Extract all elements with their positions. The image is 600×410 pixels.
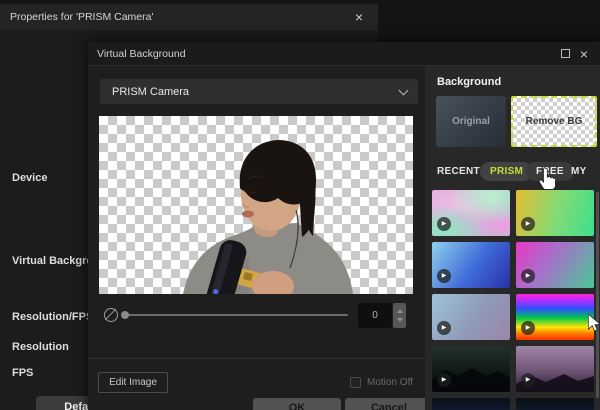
remove-bg-option-button[interactable]: Remove BG [511,96,597,147]
arrow-cursor-icon [588,314,600,332]
blur-icon [104,308,118,322]
divider [88,358,425,359]
play-icon[interactable]: ▶ [521,217,535,231]
play-icon[interactable]: ▶ [521,321,535,335]
background-thumbnail-ocean-night-1[interactable] [432,398,510,410]
camera-source-value: PRISM Camera [112,85,190,98]
original-option-label: Original [452,116,490,127]
close-icon[interactable]: × [348,4,370,30]
blur-slider[interactable] [121,311,348,319]
close-icon[interactable]: × [574,42,594,66]
background-thumbnail-holographic[interactable]: ▶ [432,190,510,236]
background-thumbnail-blue[interactable]: ▶ [432,242,510,288]
edit-image-button[interactable]: Edit Image [98,372,168,393]
screenshot-root: Properties for 'PRISM Camera' × Device V… [0,0,600,410]
cancel-button[interactable]: Cancel [345,398,433,410]
person-remove-bg-image [183,140,353,294]
background-panel-header: Background [437,76,502,88]
blur-slider-row: 0 [88,300,425,332]
background-thumbnail-ocean-night-2[interactable] [516,398,594,410]
blur-slider-handle[interactable] [121,311,129,319]
play-icon[interactable]: ▶ [437,373,451,387]
background-tabs: RECENT PRISM FREE MY [425,162,600,182]
background-thumbnail-rainbow[interactable]: ▶ [516,294,594,340]
play-icon[interactable]: ▶ [437,321,451,335]
background-panel: Background Original Remove BG RECENT PRI… [425,66,600,410]
sidebar-label-device: Device [12,172,48,184]
background-thumbnail-starry-sky[interactable]: ▶ [516,346,594,392]
ok-button[interactable]: OK [253,398,341,410]
background-thumbnail-muted-pastel[interactable]: ▶ [432,294,510,340]
background-thumbnail-yellow-green[interactable]: ▶ [516,190,594,236]
tab-recent[interactable]: RECENT [437,162,480,181]
dialog-titlebar: Virtual Background × [88,42,600,66]
remove-bg-option-label: Remove BG [525,116,583,127]
blur-value-stepper[interactable] [393,303,406,328]
sidebar-label-resolution: Resolution [12,341,69,353]
camera-source-select[interactable]: PRISM Camera [100,79,418,104]
motion-off-row: Motion Off [350,374,413,390]
tab-my[interactable]: MY [571,162,587,181]
play-icon[interactable]: ▶ [521,269,535,283]
virtual-background-dialog: Virtual Background × PRISM Camera 0 Edit… [88,42,600,410]
maximize-icon[interactable] [561,49,570,58]
original-option-button[interactable]: Original [436,96,506,147]
scrollbar[interactable] [596,192,599,398]
sidebar-label-fps: FPS [12,367,34,379]
chevron-down-icon [398,85,409,96]
hand-cursor-icon [538,167,555,189]
dialog-title: Virtual Background [97,47,186,60]
motion-off-label: Motion Off [367,376,413,388]
properties-window-title: Properties for 'PRISM Camera' [10,11,154,23]
background-thumbnail-pink-teal[interactable]: ▶ [516,242,594,288]
motion-off-checkbox[interactable] [350,376,361,388]
camera-preview [99,116,413,294]
play-icon[interactable]: ▶ [521,373,535,387]
play-icon[interactable]: ▶ [437,217,451,231]
properties-titlebar: Properties for 'PRISM Camera' × [0,4,378,30]
blur-value-input[interactable]: 0 [358,303,392,328]
stepper-up-icon[interactable] [396,309,403,313]
background-thumbnail-dark-mountains[interactable]: ▶ [432,346,510,392]
stepper-down-icon[interactable] [396,318,403,322]
play-icon[interactable]: ▶ [437,269,451,283]
